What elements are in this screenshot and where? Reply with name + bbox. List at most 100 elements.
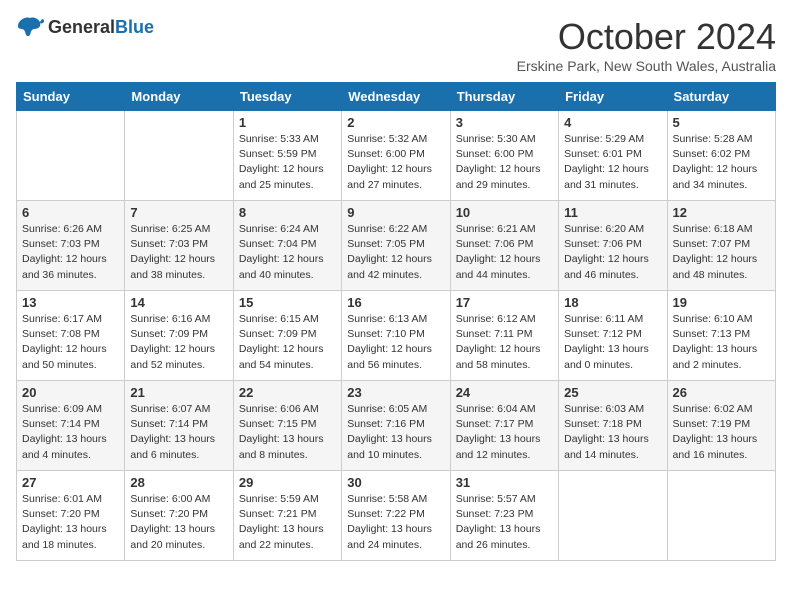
day-number: 17 <box>456 295 553 310</box>
day-number: 3 <box>456 115 553 130</box>
calendar-cell: 16Sunrise: 6:13 AMSunset: 7:10 PMDayligh… <box>342 291 450 381</box>
sunset-text: Sunset: 5:59 PM <box>239 148 317 160</box>
page-header: GeneralBlue October 2024 Erskine Park, N… <box>16 16 776 74</box>
cell-info: Sunrise: 6:12 AMSunset: 7:11 PMDaylight:… <box>456 312 553 373</box>
sunset-text: Sunset: 7:20 PM <box>130 508 208 520</box>
cell-info: Sunrise: 6:11 AMSunset: 7:12 PMDaylight:… <box>564 312 661 373</box>
cell-info: Sunrise: 6:17 AMSunset: 7:08 PMDaylight:… <box>22 312 119 373</box>
daylight-text: Daylight: 12 hours and 31 minutes. <box>564 163 649 190</box>
sunset-text: Sunset: 7:22 PM <box>347 508 425 520</box>
col-header-wednesday: Wednesday <box>342 83 450 111</box>
month-title: October 2024 <box>517 16 776 58</box>
daylight-text: Daylight: 13 hours and 4 minutes. <box>22 433 107 460</box>
cell-info: Sunrise: 5:58 AM Sunset: 7:22 PM Daylight:… <box>347 492 444 553</box>
calendar-header-row: SundayMondayTuesdayWednesdayThursdayFrid… <box>17 83 776 111</box>
daylight-text: Daylight: 13 hours and 24 minutes. <box>347 523 432 550</box>
day-number: 25 <box>564 385 661 400</box>
cell-info: Sunrise: 6:20 AMSunset: 7:06 PMDaylight:… <box>564 222 661 283</box>
sunset-text: Sunset: 7:06 PM <box>564 238 642 250</box>
cell-info: Sunrise: 6:02 AMSunset: 7:19 PMDaylight:… <box>673 402 770 463</box>
sunset-text: Sunset: 7:06 PM <box>456 238 534 250</box>
calendar-cell <box>125 111 233 201</box>
sunrise-text: Sunrise: 5:32 AM <box>347 133 427 145</box>
calendar-cell: 29Sunrise: 5:59 AMSunset: 7:21 PMDayligh… <box>233 471 341 561</box>
sunset-text: Sunset: 7:09 PM <box>239 328 317 340</box>
calendar-cell: 11Sunrise: 6:20 AMSunset: 7:06 PMDayligh… <box>559 201 667 291</box>
sunrise-text: Sunrise: 6:07 AM <box>130 403 210 415</box>
day-number: 13 <box>22 295 119 310</box>
sunrise-text: Sunrise: 6:16 AM <box>130 313 210 325</box>
calendar-week-row: 20Sunrise: 6:09 AMSunset: 7:14 PMDayligh… <box>17 381 776 471</box>
day-number: 29 <box>239 475 336 490</box>
daylight-text: Daylight: 13 hours and 16 minutes. <box>673 433 758 460</box>
calendar-cell: 30 Sunrise: 5:58 AM Sunset: 7:22 PM Dayligh… <box>342 471 450 561</box>
cell-info: Sunrise: 6:15 AMSunset: 7:09 PMDaylight:… <box>239 312 336 373</box>
cell-info: Sunrise: 6:05 AMSunset: 7:16 PMDaylight:… <box>347 402 444 463</box>
calendar-week-row: 13 Sunrise: 6:17 AMSunset: 7:08 PMDayligh… <box>17 291 776 381</box>
daylight-text: Daylight: 12 hours and 27 minutes. <box>347 163 432 190</box>
calendar-cell: 9Sunrise: 6:22 AMSunset: 7:05 PMDaylight… <box>342 201 450 291</box>
daylight-text: Daylight: 12 hours and 54 minutes. <box>239 343 324 370</box>
day-number: 22 <box>239 385 336 400</box>
sunset-text: Sunset: 7:10 PM <box>347 328 425 340</box>
sunset-text: Sunset: 7:20 PM <box>22 508 100 520</box>
cell-info: Sunrise: 5:33 AMSunset: 5:59 PMDaylight:… <box>239 132 336 193</box>
sunset-text: Sunset: 7:08 PM <box>22 328 100 340</box>
cell-info: Sunrise: 6:06 AMSunset: 7:15 PMDaylight:… <box>239 402 336 463</box>
calendar-cell: 27Sunrise: 6:01 AMSunset: 7:20 PMDayligh… <box>17 471 125 561</box>
calendar-week-row: 1Sunrise: 5:33 AMSunset: 5:59 PMDaylight… <box>17 111 776 201</box>
daylight-text: Daylight: 13 hours and 12 minutes. <box>456 433 541 460</box>
sunrise-text: Sunrise: 5:58 AM <box>347 493 427 505</box>
day-number: 9 <box>347 205 444 220</box>
daylight-text: Daylight: 13 hours and 10 minutes. <box>347 433 432 460</box>
cell-info: Sunrise: 6:07 AMSunset: 7:14 PMDaylight:… <box>130 402 227 463</box>
cell-info: Sunrise: 6:09 AMSunset: 7:14 PMDaylight:… <box>22 402 119 463</box>
sunset-text: Sunset: 7:04 PM <box>239 238 317 250</box>
sunrise-text: Sunrise: 6:18 AM <box>673 223 753 235</box>
cell-info: Sunrise: 6:03 AMSunset: 7:18 PMDaylight:… <box>564 402 661 463</box>
day-number: 10 <box>456 205 553 220</box>
cell-info: Sunrise: 6:21 AM Sunset: 7:06 PM Daylight:… <box>456 222 553 283</box>
daylight-text: Daylight: 13 hours and 2 minutes. <box>673 343 758 370</box>
calendar-cell: 25 Sunrise: 6:03 AMSunset: 7:18 PMDayligh… <box>559 381 667 471</box>
day-number: 23 <box>347 385 444 400</box>
sunset-text: Sunset: 7:09 PM <box>130 328 208 340</box>
sunrise-text: Sunrise: 6:21 AM <box>456 223 536 235</box>
day-number: 12 <box>673 205 770 220</box>
sunset-text: Sunset: 7:12 PM <box>564 328 642 340</box>
cell-info: Sunrise: 6:00 AM Sunset: 7:20 PM Daylight:… <box>130 492 227 553</box>
sunrise-text: Sunrise: 6:00 AM <box>130 493 210 505</box>
calendar-cell: 28Sunrise: 6:00 AMSunset: 7:20 PMDayligh… <box>125 471 233 561</box>
day-number: 16 <box>347 295 444 310</box>
sunrise-text: Sunrise: 6:22 AM <box>347 223 427 235</box>
title-block: October 2024 Erskine Park, New South Wal… <box>517 16 776 74</box>
calendar-cell: 10 Sunrise: 6:21 AM Sunset: 7:06 PM Dayligh… <box>450 201 558 291</box>
daylight-text: Daylight: 12 hours and 38 minutes. <box>130 253 215 280</box>
day-number: 18 <box>564 295 661 310</box>
calendar-week-row: 27Sunrise: 6:01 AMSunset: 7:20 PMDayligh… <box>17 471 776 561</box>
calendar-table: SundayMondayTuesdayWednesdayThursdayFrid… <box>16 82 776 561</box>
daylight-text: Daylight: 12 hours and 44 minutes. <box>456 253 541 280</box>
daylight-text: Daylight: 13 hours and 6 minutes. <box>130 433 215 460</box>
sunrise-text: Sunrise: 5:29 AM <box>564 133 644 145</box>
calendar-cell: 1Sunrise: 5:33 AMSunset: 5:59 PMDaylight… <box>233 111 341 201</box>
cell-info: Sunrise: 6:26 AMSunset: 7:03 PMDaylight:… <box>22 222 119 283</box>
daylight-text: Daylight: 13 hours and 22 minutes. <box>239 523 324 550</box>
day-number: 30 <box>347 475 444 490</box>
sunset-text: Sunset: 7:21 PM <box>239 508 317 520</box>
sunset-text: Sunset: 7:13 PM <box>673 328 751 340</box>
sunrise-text: Sunrise: 5:30 AM <box>456 133 536 145</box>
day-number: 5 <box>673 115 770 130</box>
cell-info: Sunrise: 6:04 AMSunset: 7:17 PMDaylight:… <box>456 402 553 463</box>
sunrise-text: Sunrise: 6:26 AM <box>22 223 102 235</box>
calendar-cell: 26Sunrise: 6:02 AMSunset: 7:19 PMDayligh… <box>667 381 775 471</box>
calendar-cell: 3Sunrise: 5:30 AMSunset: 6:00 PMDaylight… <box>450 111 558 201</box>
sunset-text: Sunset: 6:01 PM <box>564 148 642 160</box>
daylight-text: Daylight: 13 hours and 20 minutes. <box>130 523 215 550</box>
sunrise-text: Sunrise: 6:03 AM <box>564 403 644 415</box>
sunset-text: Sunset: 6:00 PM <box>347 148 425 160</box>
cell-info: Sunrise: 6:01 AMSunset: 7:20 PMDaylight:… <box>22 492 119 553</box>
calendar-cell: 17 Sunrise: 6:12 AMSunset: 7:11 PMDayligh… <box>450 291 558 381</box>
daylight-text: Daylight: 13 hours and 14 minutes. <box>564 433 649 460</box>
calendar-cell: 14Sunrise: 6:16 AMSunset: 7:09 PMDayligh… <box>125 291 233 381</box>
